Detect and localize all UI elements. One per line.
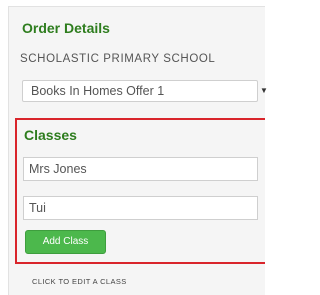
add-class-button[interactable]: Add Class xyxy=(25,230,106,254)
classes-title: Classes xyxy=(24,127,77,143)
school-name: SCHOLASTIC PRIMARY SCHOOL xyxy=(20,53,216,65)
chevron-down-icon: ▼ xyxy=(260,86,268,95)
class-item-mrs-jones[interactable]: Mrs Jones xyxy=(23,157,258,181)
offer-select[interactable]: Books In Homes Offer 1 ▼ xyxy=(22,80,268,102)
edit-class-hint: CLICK TO EDIT A CLASS xyxy=(32,277,127,286)
class-item-tui[interactable]: Tui xyxy=(23,196,258,220)
order-details-title: Order Details xyxy=(22,20,110,36)
offer-select-value: Books In Homes Offer 1 xyxy=(31,84,165,98)
